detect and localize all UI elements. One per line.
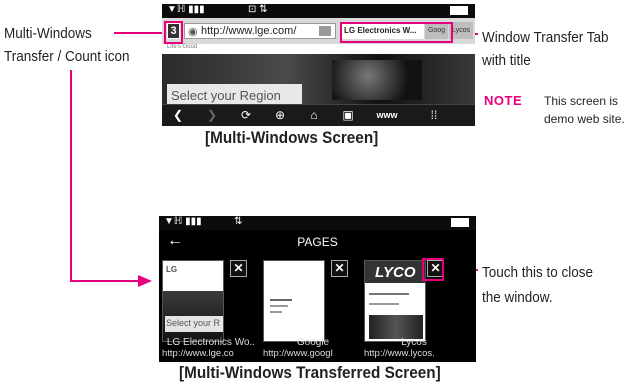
window-1-url: http://www.lge.co xyxy=(162,348,234,359)
region-text: Select your Region xyxy=(171,88,281,103)
window-tab-label-line2: with title xyxy=(482,52,531,69)
status-bar-2: ▼ℍ ▮▮▮ ⇅ xyxy=(159,216,476,230)
signal-icon-2: ▼ℍ ▮▮▮ xyxy=(164,216,202,227)
pages-screen: ▼ℍ ▮▮▮ ⇅ ← PAGES LG Select your R ✕ ✕ LY… xyxy=(159,216,476,362)
close-label-line2: the window. xyxy=(482,289,553,306)
back-icon[interactable]: ❮ xyxy=(168,108,188,122)
site-header: Life's Good xyxy=(162,44,475,54)
callout-line-to-thumb xyxy=(70,280,140,282)
window-thumbnail-lycos[interactable]: LYCO xyxy=(364,260,426,342)
sync-icon-2: ⇅ xyxy=(234,216,243,227)
battery-icon xyxy=(450,6,468,15)
window-2-title: Google xyxy=(296,337,330,348)
pages-header: ← PAGES xyxy=(159,230,476,254)
callout-line-count-icon xyxy=(114,32,166,34)
window-thumbnail-lg[interactable]: LG Select your R xyxy=(162,260,224,342)
caption-multi-windows: [Multi-Windows Screen] xyxy=(205,128,379,147)
google-line xyxy=(270,305,288,307)
sync-icon: ⊡ ⇅ xyxy=(248,4,268,15)
window-tab-label-line1: Window Transfer Tab xyxy=(482,29,609,46)
highlight-close-button xyxy=(422,258,444,281)
thumb-lg-region: Select your R xyxy=(165,316,223,332)
lycos-header: LYCO xyxy=(365,261,425,283)
status-bar: ▼ℍ ▮▮▮ ⊡ ⇅ xyxy=(162,4,475,18)
refresh-icon[interactable]: ⟳ xyxy=(236,108,256,122)
multi-windows-label-line1: Multi-Windows xyxy=(4,25,92,42)
signal-icon: ▼ℍ ▮▮▮ xyxy=(167,4,205,15)
lycos-line xyxy=(369,293,409,295)
multi-windows-label-line2: Transfer / Count icon xyxy=(4,48,130,65)
note-text-line2: demo web site. xyxy=(544,112,625,126)
lycos-image xyxy=(369,315,423,339)
window-1-title: LG Electronics Wo.. xyxy=(166,337,256,348)
google-line xyxy=(270,299,292,301)
globe-icon: ◉ xyxy=(188,26,198,38)
note-text-line1: This screen is xyxy=(544,94,619,108)
www-button[interactable]: www xyxy=(370,110,404,120)
thumb-lg-text: Select your R xyxy=(166,318,221,328)
forward-icon[interactable]: ❯ xyxy=(202,108,222,122)
zoom-icon[interactable]: ⊕ xyxy=(270,108,290,122)
window-thumbnail-google[interactable] xyxy=(263,260,325,342)
window-3-url: http://www.lycos. xyxy=(364,348,435,359)
close-window-1-button[interactable]: ✕ xyxy=(230,260,247,277)
caption-multi-windows-transferred: [Multi-Windows Transferred Screen] xyxy=(179,363,441,382)
site-subtitle: Life's Good xyxy=(167,44,198,50)
callout-arrowhead xyxy=(138,275,152,287)
window-3-title: Lycos xyxy=(401,337,427,348)
banner-decoration xyxy=(332,60,422,100)
highlight-tabs xyxy=(340,22,453,43)
menu-icon[interactable]: ⁞⁞ xyxy=(424,108,444,122)
url-input[interactable]: ◉ http://www.lge.com/ xyxy=(184,23,336,39)
window-2-url: http://www.googl xyxy=(263,348,333,359)
region-panel: Select your Region xyxy=(167,84,302,104)
note-tag: NOTE xyxy=(484,93,523,108)
callout-line-vertical xyxy=(70,70,72,282)
pages-title: PAGES xyxy=(297,235,338,249)
close-window-2-button[interactable]: ✕ xyxy=(331,260,348,277)
url-text: http://www.lge.com/ xyxy=(201,25,297,37)
rss-icon[interactable] xyxy=(319,26,331,36)
lycos-logo: LYCO xyxy=(375,264,416,281)
battery-icon-2 xyxy=(451,218,469,227)
close-label-line1: Touch this to close xyxy=(482,264,594,281)
highlight-count-icon xyxy=(164,21,183,44)
bottom-toolbar: ❮ ❯ ⟳ ⊕ ⌂ ▣ www ⁞⁞ xyxy=(162,104,475,126)
home-icon[interactable]: ⌂ xyxy=(304,108,324,122)
lycos-line xyxy=(369,303,399,305)
google-line xyxy=(270,311,282,313)
lg-logo: LG xyxy=(166,265,178,274)
bookmark-icon[interactable]: ▣ xyxy=(338,108,358,122)
